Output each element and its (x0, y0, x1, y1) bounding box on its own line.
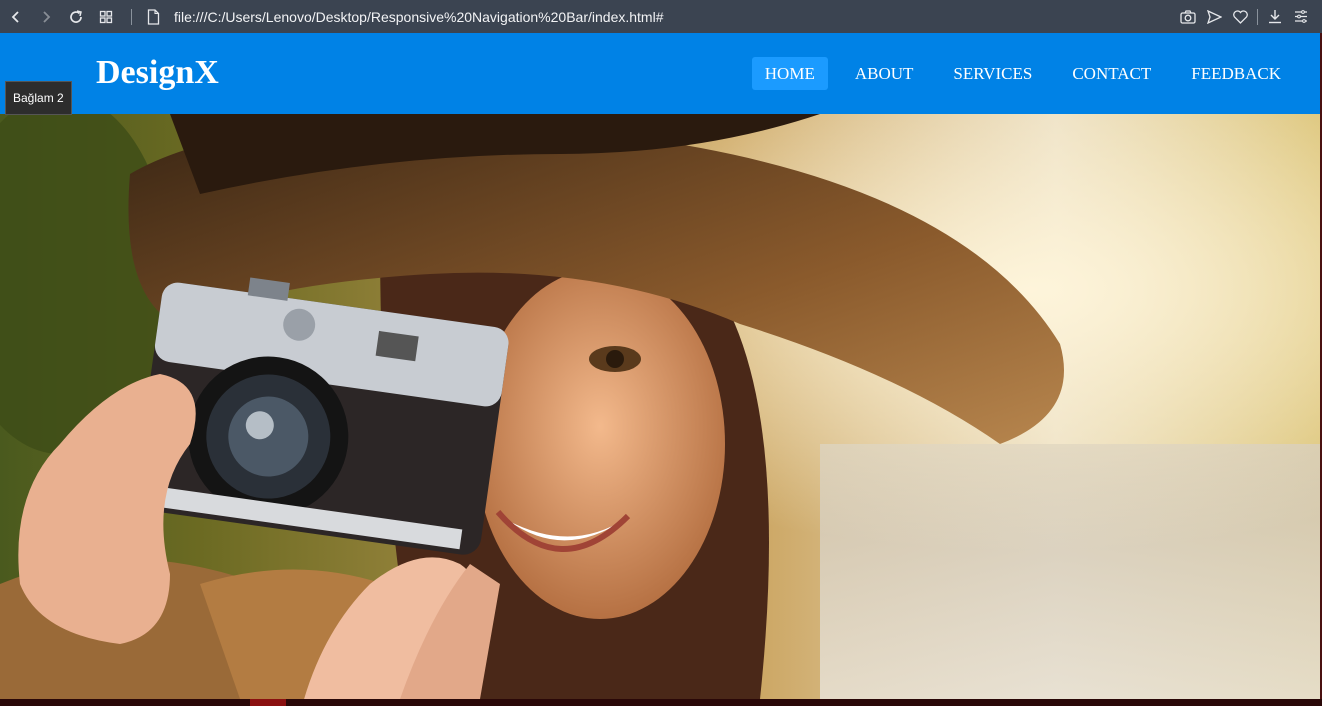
hero-image (0, 114, 1320, 699)
tooltip: Bağlam 2 (5, 81, 72, 115)
send-icon[interactable] (1201, 2, 1227, 32)
nav-link-services[interactable]: SERVICES (940, 57, 1045, 90)
forward-icon[interactable] (31, 2, 61, 32)
site-logo[interactable]: DesignX (96, 53, 219, 93)
nav-link-about[interactable]: ABOUT (842, 57, 927, 90)
taskbar-marker (250, 699, 286, 706)
taskbar-strip (0, 699, 1322, 706)
nav-link-home[interactable]: HOME (751, 57, 828, 90)
camera-icon[interactable] (1175, 2, 1201, 32)
web-page: DesignX HOME ABOUT SERVICES CONTACT FEED… (0, 33, 1320, 699)
tabs-grid-icon[interactable] (91, 2, 121, 32)
toolbar-divider-right (1257, 8, 1258, 25)
menu-lines-icon[interactable] (1288, 2, 1314, 32)
nav-link-feedback[interactable]: FEEDBACK (1178, 57, 1294, 90)
address-bar-url[interactable]: file:///C:/Users/Lenovo/Desktop/Responsi… (174, 9, 663, 25)
nav-link-contact[interactable]: CONTACT (1059, 57, 1164, 90)
back-icon[interactable] (1, 2, 31, 32)
heart-icon[interactable] (1227, 2, 1253, 32)
nav-links: HOME ABOUT SERVICES CONTACT FEEDBACK (738, 57, 1294, 90)
reload-icon[interactable] (61, 2, 91, 32)
browser-toolbar: file:///C:/Users/Lenovo/Desktop/Responsi… (0, 0, 1322, 33)
toolbar-divider (131, 8, 132, 25)
page-icon (142, 2, 164, 32)
navbar: DesignX HOME ABOUT SERVICES CONTACT FEED… (0, 33, 1320, 114)
download-icon[interactable] (1262, 2, 1288, 32)
